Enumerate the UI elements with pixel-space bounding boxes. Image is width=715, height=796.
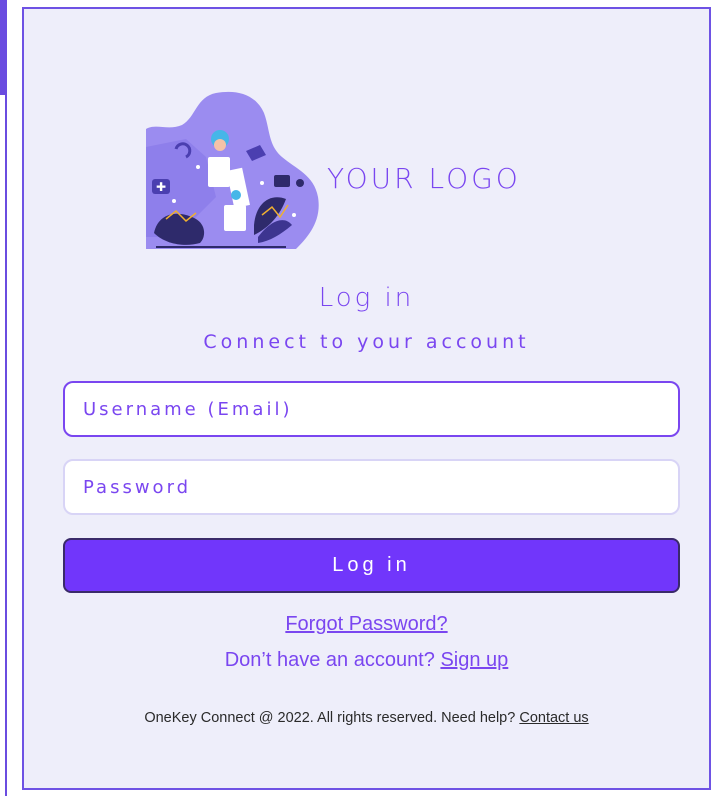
page-title: Log in <box>318 283 415 313</box>
username-input[interactable] <box>63 381 680 437</box>
forgot-password-link[interactable]: Forgot Password? <box>285 613 447 635</box>
page-subtitle: Connect to your account <box>203 331 530 353</box>
login-panel: ✚ YOUR LOGO Log in Connect to your accou… <box>22 7 711 790</box>
left-edge-line <box>5 95 7 796</box>
logo-text: YOUR LOGO <box>327 162 521 195</box>
svg-text:✚: ✚ <box>156 180 166 194</box>
footer: OneKey Connect @ 2022. All rights reserv… <box>24 710 709 726</box>
forgot-password-row: Forgot Password? <box>24 613 709 636</box>
no-account-text: Don’t have an account? <box>224 649 435 671</box>
contact-us-link[interactable]: Contact us <box>519 710 588 726</box>
signup-row: Don’t have an account? Sign up <box>24 649 709 672</box>
left-edge-accent <box>0 0 7 95</box>
footer-text: OneKey Connect @ 2022. All rights reserv… <box>144 710 516 726</box>
password-input[interactable] <box>63 459 680 515</box>
medical-illustration-icon: ✚ <box>146 91 319 249</box>
login-button[interactable]: Log in <box>63 538 680 593</box>
signup-link[interactable]: Sign up <box>440 649 508 671</box>
